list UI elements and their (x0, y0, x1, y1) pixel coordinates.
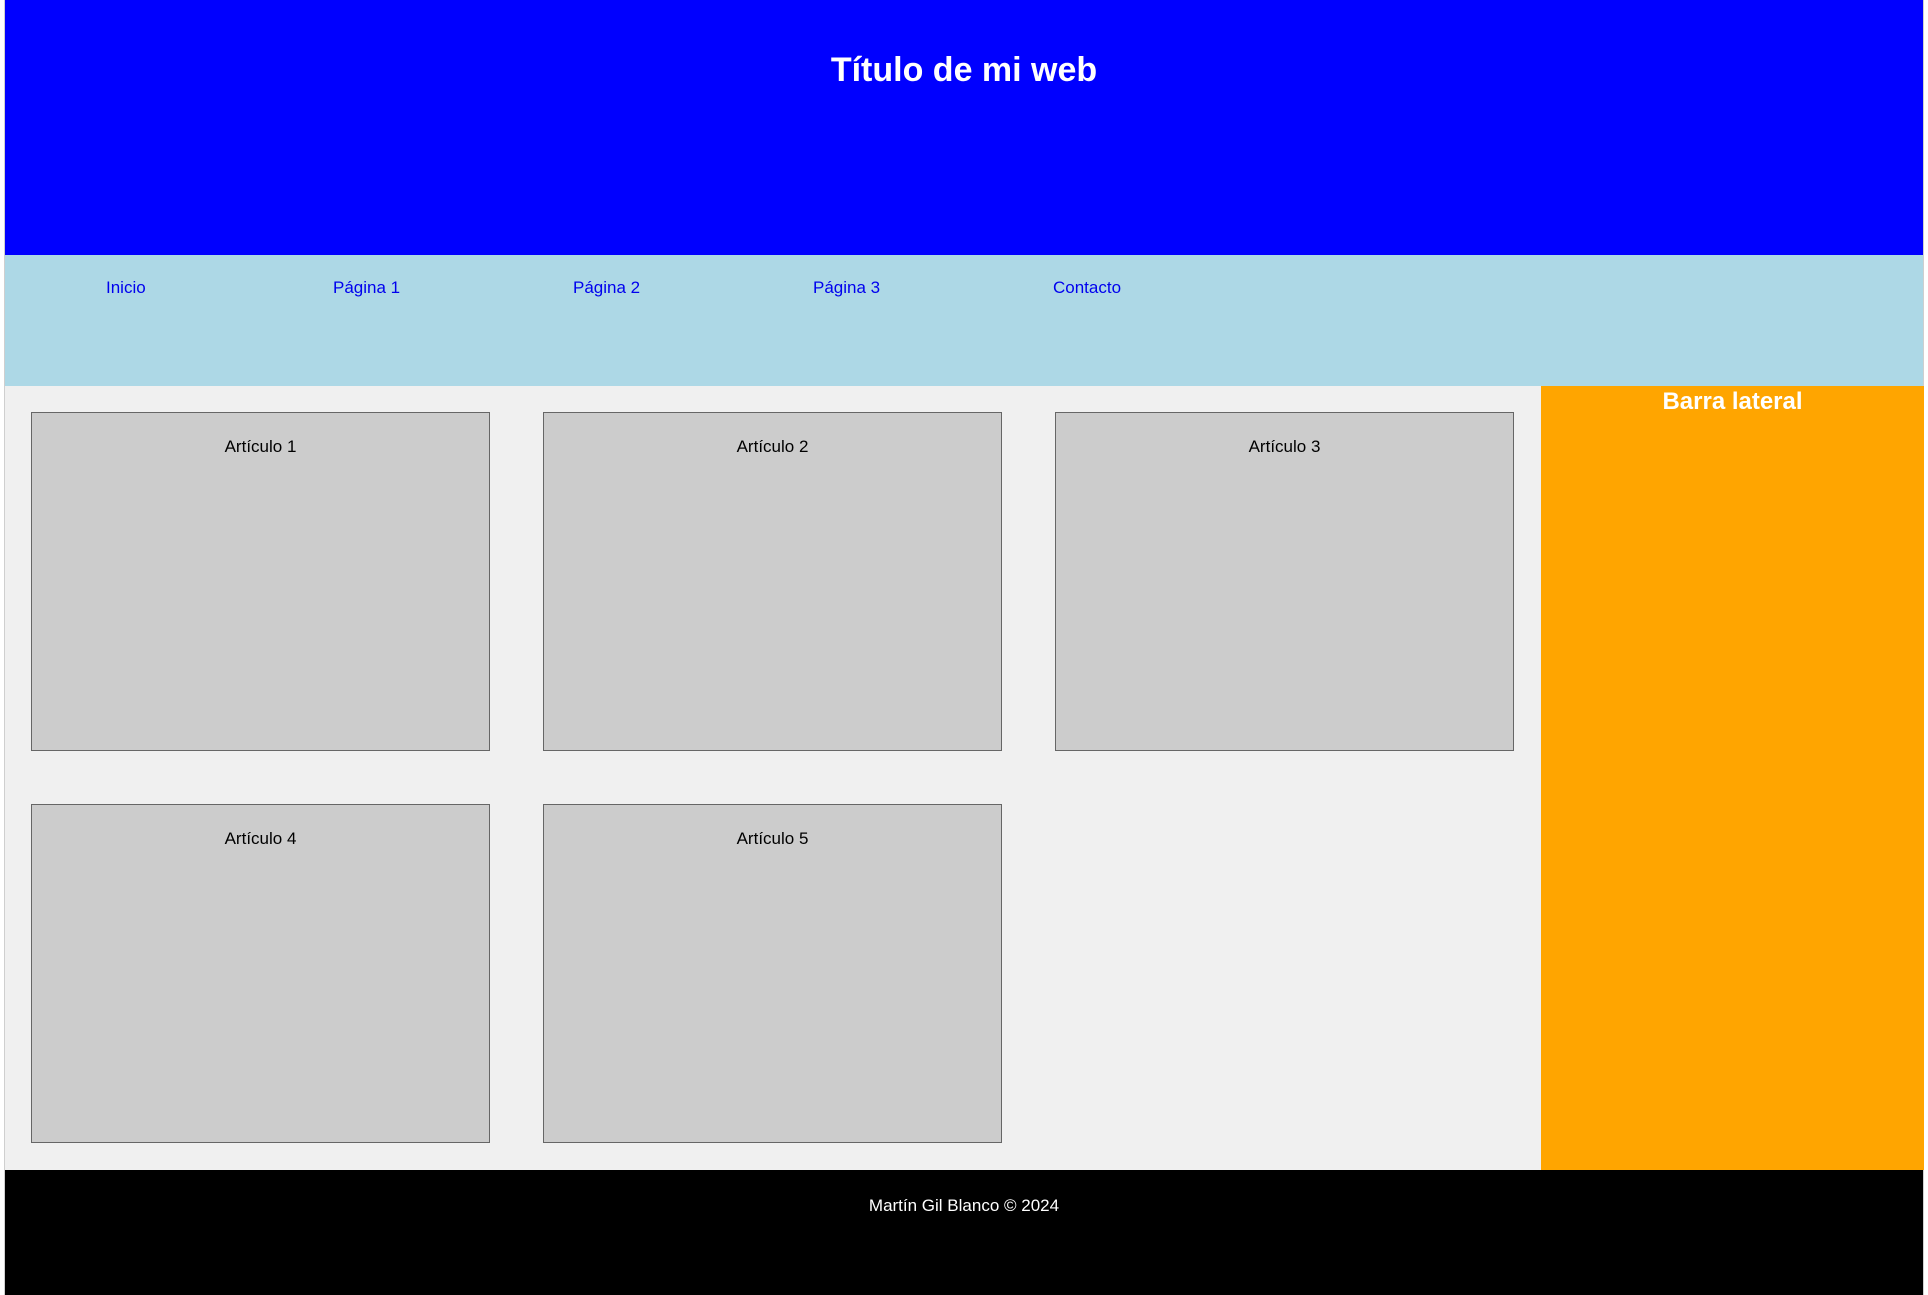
site-footer: Martín Gil Blanco © 2024 (5, 1170, 1923, 1295)
article-card: Artículo 4 (31, 804, 490, 1143)
main-nav: Inicio Página 1 Página 2 Página 3 Contac… (5, 255, 1923, 386)
article-title: Artículo 2 (736, 437, 809, 456)
main-content: Artículo 1 Artículo 2 Artículo 3 Artícul… (5, 386, 1541, 1170)
article-title: Artículo 3 (1248, 437, 1321, 456)
nav-link-contacto[interactable]: Contacto (1053, 278, 1121, 298)
nav-link-pagina-1[interactable]: Página 1 (333, 278, 400, 298)
sidebar: Barra lateral (1541, 386, 1924, 1170)
page: Título de mi web Inicio Página 1 Página … (4, 0, 1924, 1295)
nav-link-pagina-3[interactable]: Página 3 (813, 278, 880, 298)
footer-text: Martín Gil Blanco © 2024 (868, 1196, 1060, 1215)
article-title: Artículo 5 (736, 829, 809, 848)
article-title: Artículo 1 (224, 437, 297, 456)
site-header: Título de mi web (5, 0, 1923, 255)
nav-link-inicio[interactable]: Inicio (106, 278, 146, 298)
nav-link-pagina-2[interactable]: Página 2 (573, 278, 640, 298)
sidebar-title: Barra lateral (1662, 388, 1803, 415)
article-card: Artículo 1 (31, 412, 490, 751)
article-card: Artículo 5 (543, 804, 1002, 1143)
article-title: Artículo 4 (224, 829, 297, 848)
site-title: Título de mi web (830, 51, 1098, 89)
article-card: Artículo 2 (543, 412, 1002, 751)
article-card: Artículo 3 (1055, 412, 1514, 751)
